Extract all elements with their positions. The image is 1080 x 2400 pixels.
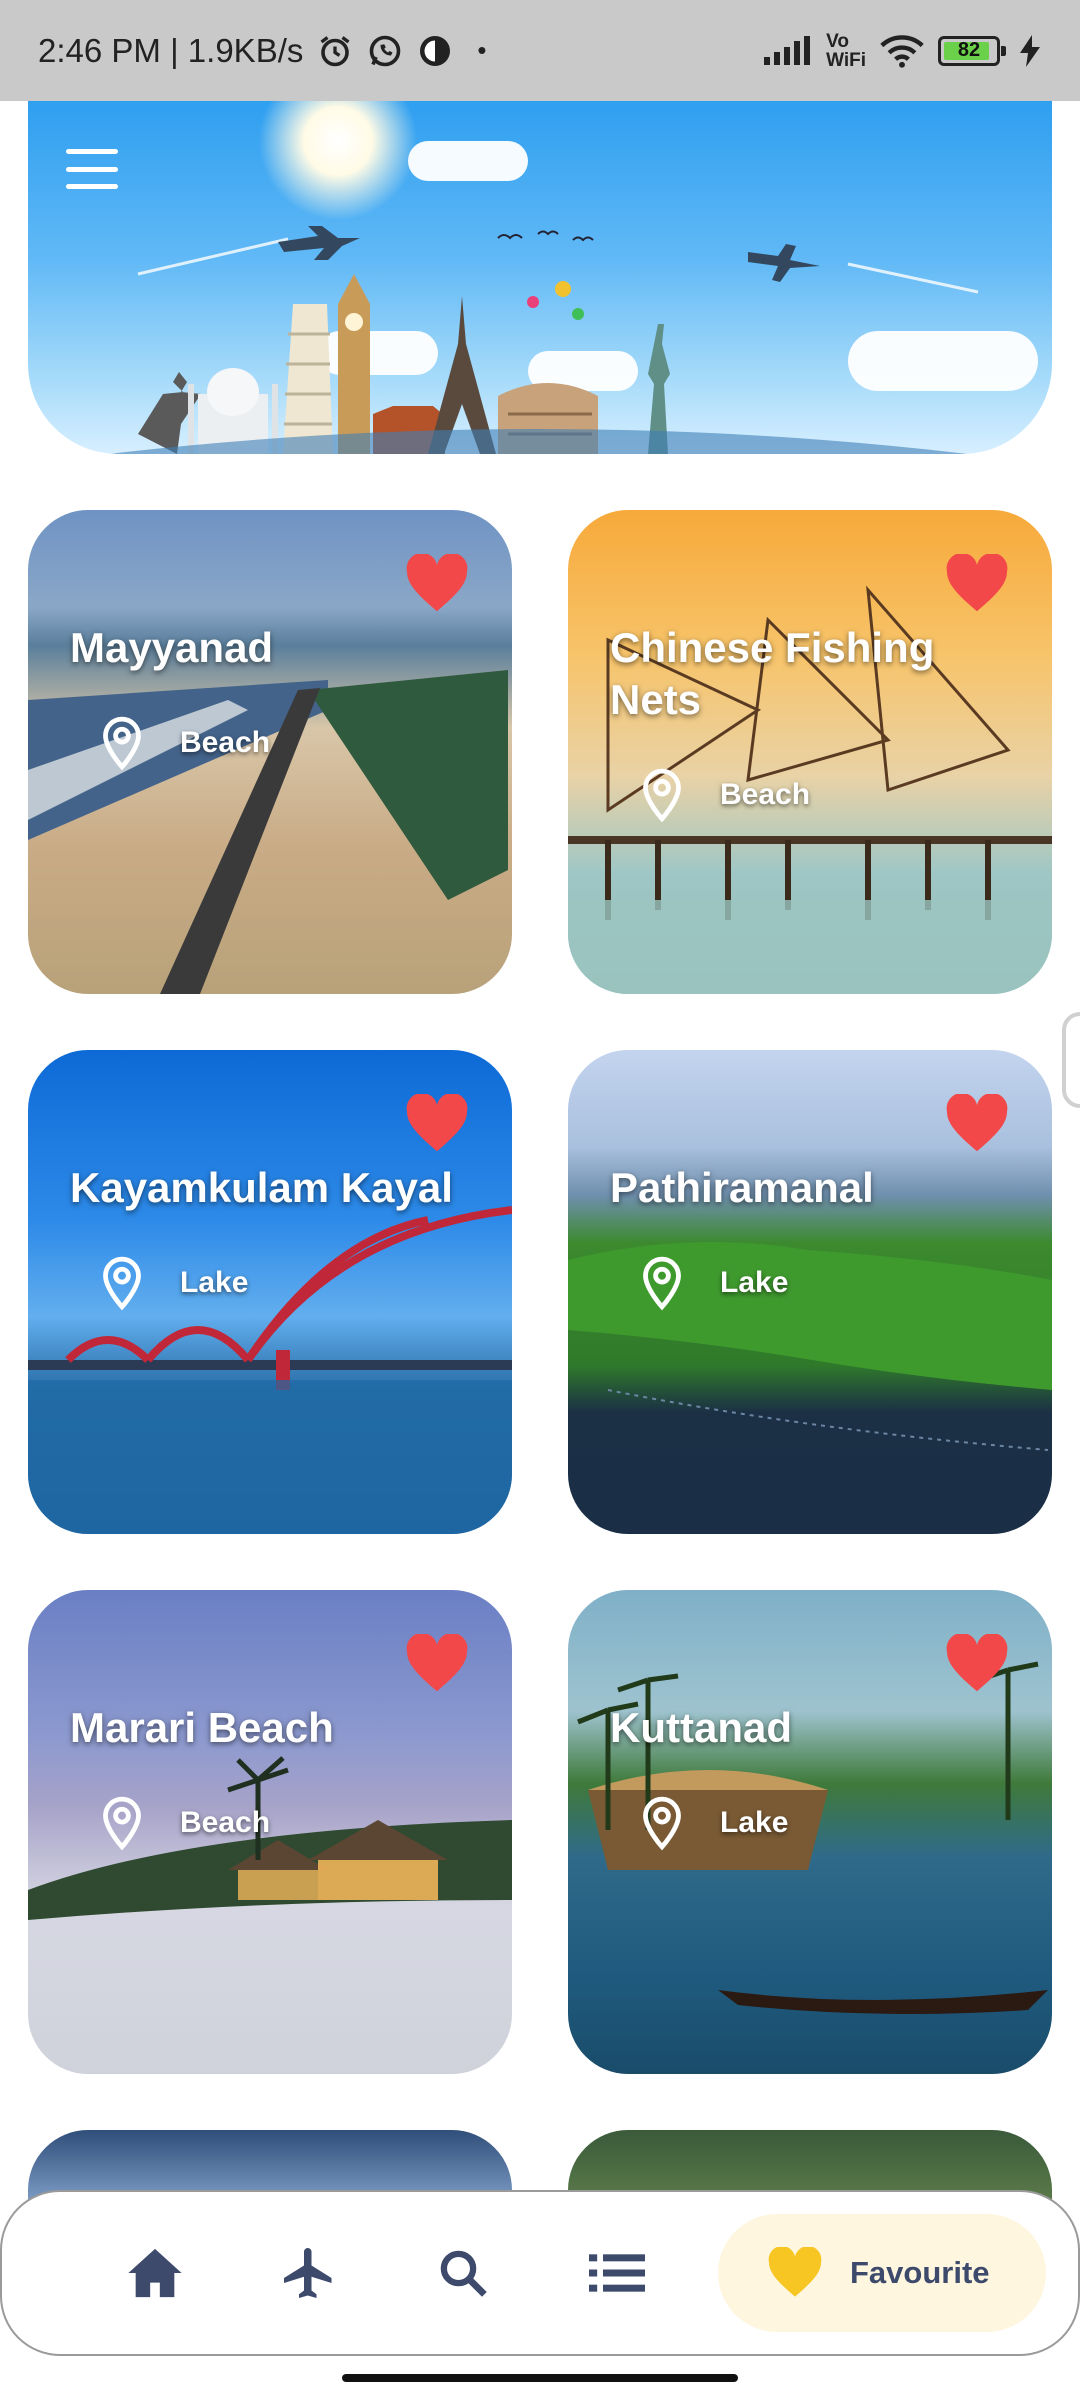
place-category-row: Lake [640, 1255, 788, 1311]
place-category-row: Beach [100, 715, 270, 771]
place-card[interactable]: Pathiramanal Lake [568, 1050, 1052, 1534]
place-category: Beach [180, 1806, 271, 1839]
search-icon[interactable] [418, 2228, 508, 2318]
heart-icon[interactable] [944, 1634, 1010, 1694]
place-category-row: Lake [100, 1255, 248, 1311]
vowifi-label: Vo WiFi [826, 32, 866, 70]
place-card[interactable]: Mayyanad Beach [28, 510, 512, 994]
place-category: Beach [720, 778, 811, 811]
location-pin-icon [643, 1796, 681, 1851]
edge-swipe-handle[interactable] [1062, 1012, 1080, 1108]
home-icon[interactable] [110, 2228, 200, 2318]
place-category: Lake [180, 1266, 249, 1299]
status-right: Vo WiFi 82 [762, 32, 1040, 70]
location-pin-icon [103, 1256, 141, 1311]
home-indicator[interactable] [342, 2374, 738, 2382]
heart-icon[interactable] [404, 1094, 470, 1154]
list-icon[interactable] [572, 2228, 662, 2318]
flight-icon[interactable] [264, 2228, 354, 2318]
status-left: 2:46 PM | 1.9KB/s • [38, 32, 486, 70]
heart-icon [768, 2247, 822, 2297]
hamburger-menu-icon[interactable] [66, 149, 118, 189]
location-pin-icon [103, 716, 141, 771]
charging-icon [1020, 34, 1040, 67]
heart-icon[interactable] [404, 1634, 470, 1694]
place-card[interactable]: Marari Beach Beach [28, 1590, 512, 2074]
cloud [408, 141, 528, 181]
travel-landmarks-banner [28, 101, 1052, 454]
whatsapp-icon [367, 33, 403, 69]
place-name: Kuttanad [610, 1704, 792, 1751]
status-bar: 2:46 PM | 1.9KB/s • Vo WiFi 82 [0, 0, 1080, 101]
vowifi-bottom: WiFi [826, 49, 866, 71]
place-name: Pathiramanal [610, 1164, 874, 1211]
battery-level: 82 [957, 39, 981, 61]
place-category-row: Beach [100, 1795, 270, 1851]
app-icon [417, 33, 453, 69]
place-category: Beach [180, 726, 271, 759]
heart-icon[interactable] [404, 554, 470, 614]
place-category-row: Lake [640, 1795, 788, 1851]
wifi-icon [880, 34, 924, 68]
heart-icon[interactable] [944, 554, 1010, 614]
location-pin-icon [643, 768, 681, 823]
favourite-label: Favourite [850, 2255, 990, 2290]
alarm-icon [317, 33, 353, 69]
signal-icon [762, 35, 812, 67]
place-card[interactable]: Kayamkulam Kayal Lake [28, 1050, 512, 1534]
favourite-tab[interactable]: Favourite [718, 2214, 1046, 2332]
place-card[interactable]: Kuttanad Lake [568, 1590, 1052, 2074]
heart-icon[interactable] [944, 1094, 1010, 1154]
place-name: Mayyanad [70, 624, 274, 671]
place-name: Chinese Fishing Nets [610, 624, 935, 723]
location-pin-icon [103, 1796, 141, 1851]
landmarks-skyline [108, 226, 979, 454]
status-time: 2:46 PM | 1.9KB/s [38, 31, 304, 69]
vowifi-top: Vo [826, 30, 849, 52]
place-category-row: Beach [640, 767, 810, 823]
place-category: Lake [720, 1266, 789, 1299]
place-name: Marari Beach [70, 1704, 334, 1751]
location-pin-icon [643, 1256, 681, 1311]
status-dot: • [477, 35, 487, 65]
place-category: Lake [720, 1806, 789, 1839]
battery-icon: 82 [938, 35, 1006, 66]
place-name: Kayamkulam Kayal [70, 1164, 453, 1211]
bottom-navigation: Favourite [0, 2190, 1080, 2356]
place-card[interactable]: Chinese Fishing Nets Beach [568, 510, 1052, 994]
